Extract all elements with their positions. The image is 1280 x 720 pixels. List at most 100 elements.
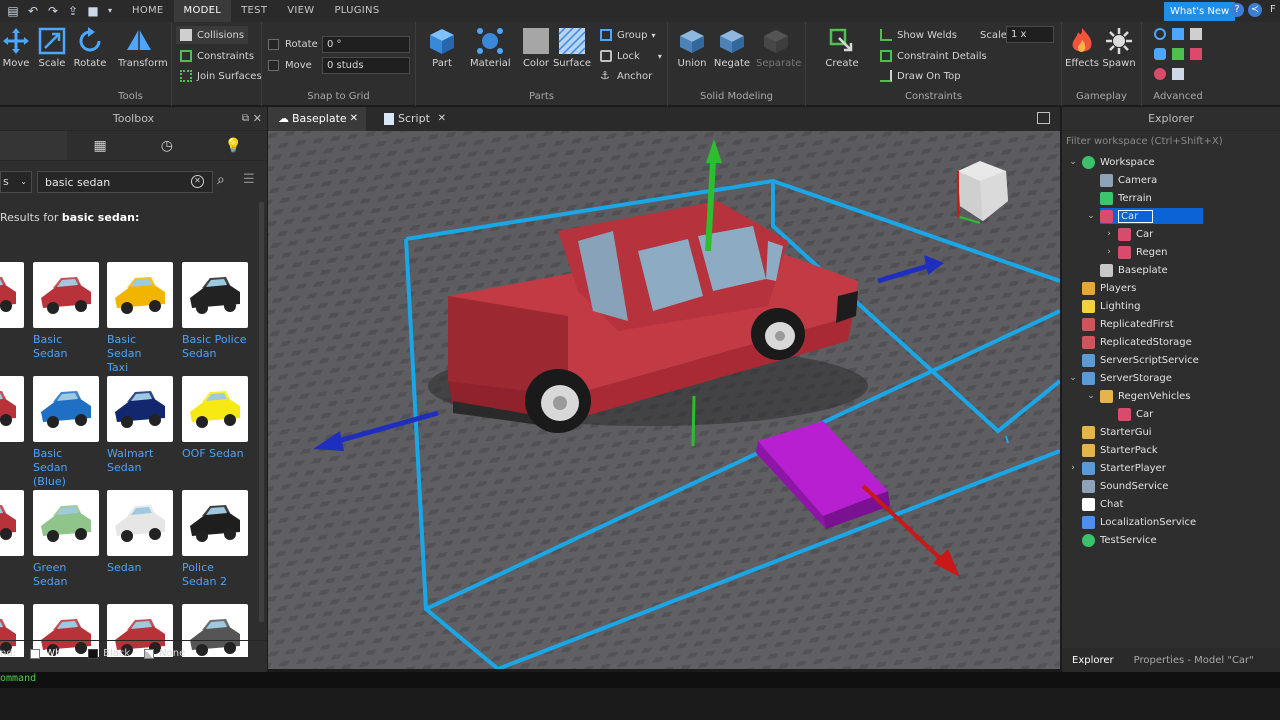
toolbox-item-name[interactable]: OOF Sedan — [182, 447, 248, 461]
toolbox-item[interactable]: Basic Sedan (Blue) — [33, 376, 99, 489]
collisions-toggle[interactable]: Collisions — [176, 26, 249, 44]
popout-icon[interactable]: ⧉ — [242, 107, 249, 131]
toggle-fullscreen-icon[interactable] — [1037, 112, 1050, 124]
explorer-item[interactable]: ReplicatedStorage — [1062, 333, 1280, 351]
explorer-item[interactable]: StarterPack — [1062, 441, 1280, 459]
3d-viewport[interactable] — [268, 131, 1060, 669]
toolbox-item[interactable]: Police Sedan 2 — [182, 490, 248, 589]
toolbox-item[interactable]: Basic Police Sedan — [182, 262, 248, 361]
toolbox-item-name-line2[interactable]: Sedan — [182, 347, 248, 361]
scale-button[interactable]: Scale — [32, 26, 72, 69]
chevron-right-icon[interactable]: › — [1104, 247, 1114, 257]
toolbox-item-name[interactable]: Walmart — [107, 447, 173, 461]
move-button[interactable]: Move — [0, 26, 36, 69]
toolbox-scrollbar[interactable] — [259, 202, 264, 622]
explorer-item[interactable]: StarterGui — [1062, 423, 1280, 441]
explorer-item[interactable]: ⌄ ServerStorage — [1062, 369, 1280, 387]
rotate-snap-toggle[interactable]: Rotate — [268, 35, 318, 53]
draw-on-top-toggle[interactable]: Draw On Top — [880, 67, 961, 85]
chevron-down-icon[interactable]: ⌄ — [1068, 373, 1078, 383]
chevron-down-icon[interactable]: ⌄ — [1086, 391, 1096, 401]
toolbox-item[interactable]: Basic Sedan Taxi — [107, 262, 173, 375]
union-button[interactable]: Union — [672, 26, 712, 69]
toolbox-item[interactable]: an — [0, 376, 24, 461]
background-none-option[interactable]: None — [159, 648, 185, 659]
anchor-button[interactable]: ⚓ Anchor — [600, 67, 652, 85]
explorer-item[interactable]: › StarterPlayer — [1062, 459, 1280, 477]
constraints-toggle[interactable]: Constraints — [180, 47, 254, 65]
move-snap-toggle[interactable]: Move — [268, 56, 312, 74]
toolbox-item-name-line2[interactable]: Sedan — [107, 461, 173, 475]
explorer-item[interactable]: › Car — [1062, 225, 1280, 243]
advanced-tool-6-icon[interactable] — [1190, 48, 1202, 60]
toolbox-item[interactable]: Sedan — [107, 490, 173, 575]
tab-view[interactable]: VIEW — [277, 0, 324, 22]
tab-marketplace[interactable] — [0, 131, 67, 160]
advanced-tool-8-icon[interactable] — [1172, 68, 1184, 80]
advanced-tool-4-icon[interactable] — [1154, 48, 1166, 60]
explorer-filter-input[interactable]: Filter workspace (Ctrl+Shift+X) — [1062, 133, 1280, 151]
whats-new-button[interactable]: What's New — [1164, 2, 1236, 21]
toolbox-item[interactable]: Basic Sedan — [33, 262, 99, 361]
create-button[interactable]: Create — [822, 26, 862, 69]
explorer-item[interactable]: LocalizationService — [1062, 513, 1280, 531]
background-black-option[interactable]: Black — [103, 648, 130, 659]
surface-button[interactable]: Surface — [552, 26, 592, 69]
advanced-tool-7-icon[interactable] — [1154, 68, 1166, 80]
toolbox-item-name-line2[interactable]: (Blue) — [33, 475, 99, 489]
help-icon[interactable]: ? — [1230, 3, 1244, 17]
toolbox-item[interactable]: andy! — [0, 490, 24, 589]
chevron-down-icon[interactable]: ⌄ — [1086, 211, 1096, 221]
redo-icon[interactable]: ↷ — [46, 4, 60, 18]
explorer-item[interactable]: ⌄ Workspace — [1062, 153, 1280, 171]
toolbox-item-name[interactable]: an — [0, 447, 24, 461]
toolbox-item-name[interactable]: Police — [182, 561, 248, 575]
tab-properties[interactable]: Properties - Model "Car" — [1124, 655, 1264, 666]
toolbox-item[interactable]: Walmart Sedan — [107, 376, 173, 475]
explorer-item[interactable]: › Regen — [1062, 243, 1280, 261]
explorer-item[interactable]: TestService — [1062, 531, 1280, 549]
explorer-item[interactable]: Players — [1062, 279, 1280, 297]
negate-button[interactable]: Negate — [712, 26, 752, 69]
tab-plugins[interactable]: PLUGINS — [324, 0, 389, 22]
tab-recent[interactable]: ◷ — [134, 131, 201, 160]
toolbox-item-name[interactable]: Green — [33, 561, 99, 575]
explorer-item[interactable]: Terrain — [1062, 189, 1280, 207]
toolbox-item-name-line2[interactable]: Sedan 2 — [182, 575, 248, 589]
filter-icon[interactable]: ☰ — [243, 172, 255, 187]
explorer-item[interactable]: ServerScriptService — [1062, 351, 1280, 369]
dropdown-arrow-icon[interactable]: ▾ — [106, 4, 114, 18]
toolbox-item-name[interactable]: Sedan — [107, 561, 173, 575]
chevron-right-icon[interactable]: › — [1068, 463, 1078, 473]
rotate-snap-checkbox[interactable] — [268, 38, 279, 50]
toolbox-item-name[interactable]: Basic Sedan — [33, 447, 99, 475]
advanced-tool-3-icon[interactable] — [1190, 28, 1202, 40]
explorer-item[interactable]: ReplicatedFirst — [1062, 315, 1280, 333]
category-select[interactable]: s ⌄ — [0, 171, 32, 193]
chevron-down-icon[interactable]: ⌄ — [1068, 157, 1078, 167]
none-swatch-icon[interactable] — [144, 648, 155, 659]
undo-icon[interactable]: ↶ — [26, 4, 40, 18]
lock-button[interactable]: Lock ▾ — [600, 47, 662, 65]
tab-test[interactable]: TEST — [231, 0, 277, 22]
black-swatch-icon[interactable] — [88, 648, 99, 659]
file-icon[interactable]: ▤ — [6, 4, 20, 18]
rotate-button[interactable]: Rotate — [70, 26, 110, 69]
tab-inventory[interactable]: ▦ — [67, 131, 134, 160]
move-snap-checkbox[interactable] — [268, 59, 279, 71]
explorer-item[interactable]: ⌄ Car — [1062, 207, 1280, 225]
tab-home[interactable]: HOME — [122, 0, 174, 22]
tab-explorer[interactable]: Explorer — [1062, 655, 1124, 666]
tab-baseplate[interactable]: ☁ Baseplate ✕ — [268, 107, 366, 131]
material-button[interactable]: Material — [470, 26, 511, 69]
transform-button[interactable]: Transform — [118, 26, 168, 69]
viewport-scene[interactable] — [268, 131, 1060, 669]
explorer-item[interactable]: Baseplate — [1062, 261, 1280, 279]
move-snap-input[interactable]: 0 studs — [322, 57, 410, 74]
explorer-item[interactable]: Camera — [1062, 171, 1280, 189]
tab-model[interactable]: MODEL — [173, 0, 232, 22]
search-icon[interactable]: ⌕ — [217, 172, 225, 188]
spawn-button[interactable]: Spawn — [1099, 26, 1139, 69]
color-button[interactable]: Color — [516, 26, 556, 69]
explorer-item[interactable]: ⌄ RegenVehicles — [1062, 387, 1280, 405]
